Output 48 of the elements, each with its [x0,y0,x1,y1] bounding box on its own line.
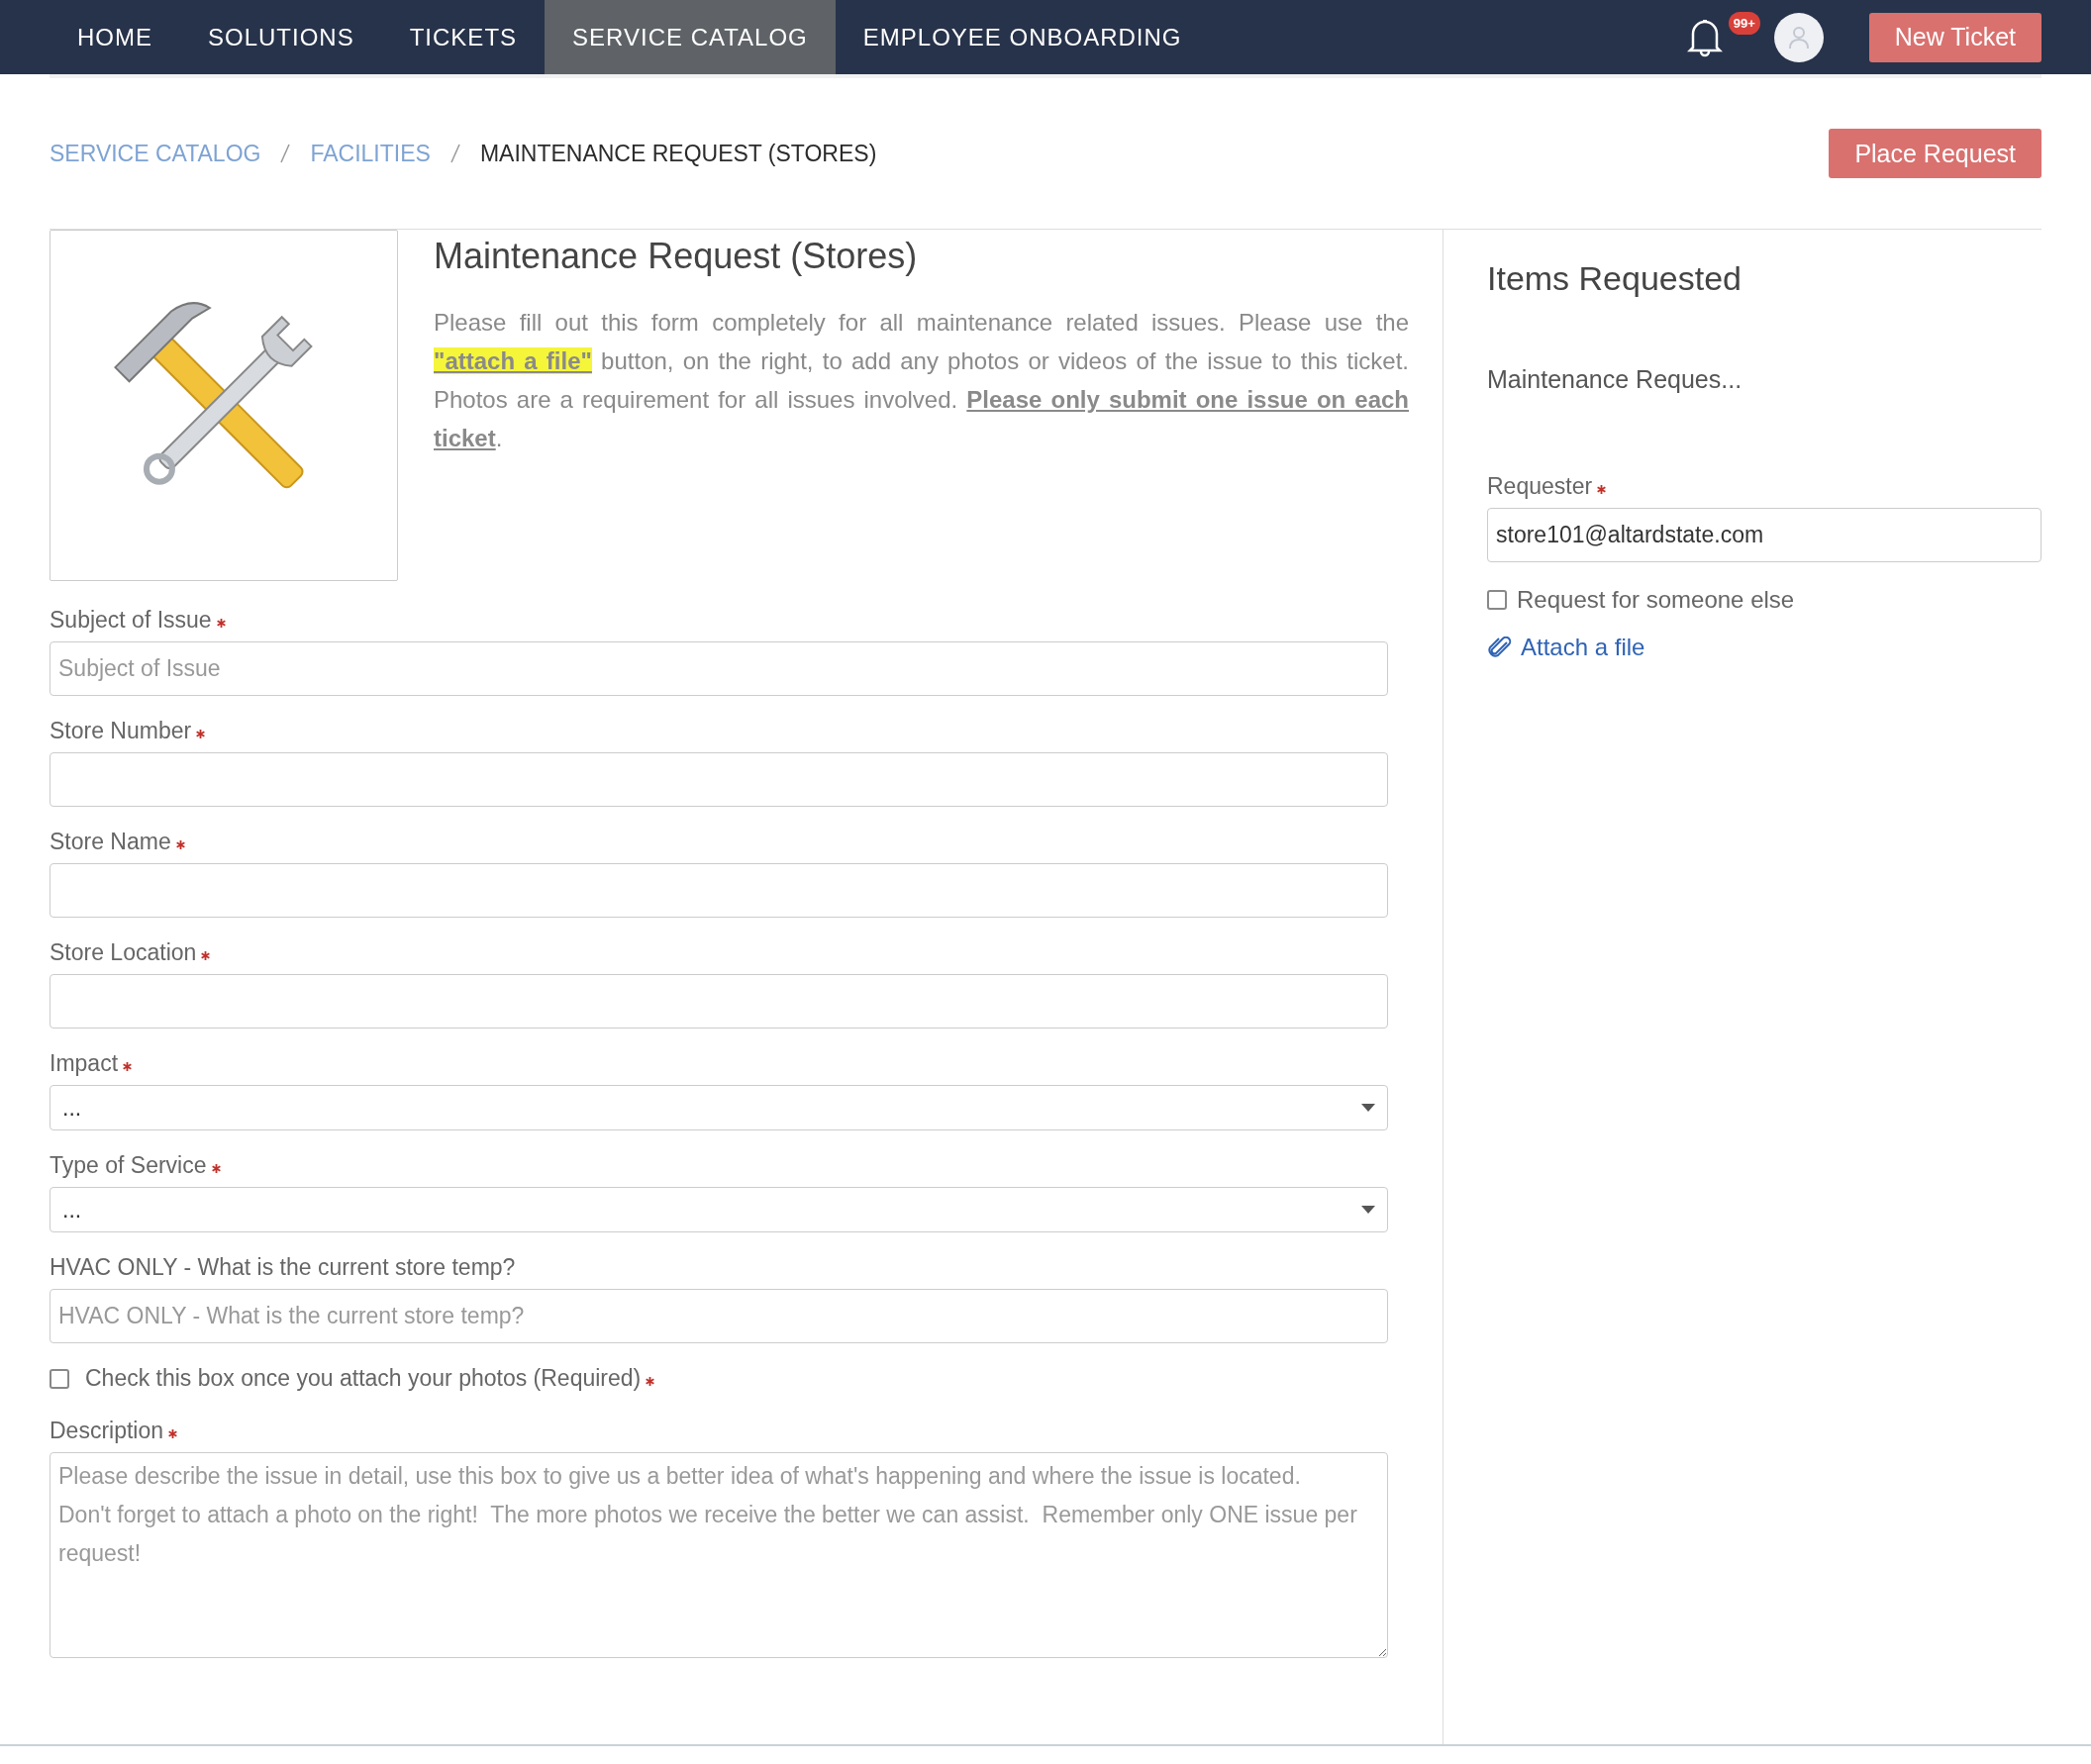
required-asterisk-icon [123,1062,133,1071]
breadcrumb-separator-icon [280,144,291,163]
required-asterisk-icon [201,951,211,960]
required-asterisk-icon [196,730,206,738]
caret-icon [1361,1206,1375,1214]
checkbox-label: Request for someone else [1517,586,1795,614]
attach-file-link[interactable]: Attach a file [1521,634,1645,661]
breadcrumb-current: MAINTENANCE REQUEST (STORES) [479,140,877,167]
text-input-field[interactable] [50,863,1388,918]
field-label: Impact [50,1050,119,1076]
nav-tab[interactable]: SERVICE CATALOG [545,0,836,74]
items-requested-heading: Items Requested [1487,259,1743,298]
field-label: Subject of Issue [50,607,212,633]
required-asterisk-icon [211,1164,221,1173]
required-asterisk-icon [216,619,226,628]
checkbox[interactable] [50,1368,69,1389]
nav-tab[interactable]: SOLUTIONS [180,0,382,74]
field-label: Store Number [50,718,192,743]
caret-icon [1361,1104,1375,1112]
description-textarea[interactable]: Please describe the issue in detail, use this box to give us a better idea of what's happening and where the issue is located. Don't forget to attach a photo on the right! The more photos we receive the better we can assist. Remember only ONE issue per request! [50,1452,1388,1658]
intro-paragraph: Please fill out this form completely for all maintenance related issues. Please use the "attach a file" button, on the right, to add any photos or videos of the issue to this ticket. Photos are a requirement for all issues involved. Please only submit one issue on each ticket. [434,308,1409,453]
field-label: Store Name [50,829,171,854]
dropdown-field[interactable]: ... [50,1187,1388,1232]
dropdown-field[interactable]: ... [50,1085,1388,1130]
field-label: Type of Service [50,1152,207,1178]
field-label: Store Location [50,939,197,965]
requested-item: Maintenance Reques... [1487,365,1743,394]
text-input-field[interactable]: HVAC ONLY - What is the current store temp? [50,1289,1388,1343]
text-input-field[interactable] [50,752,1388,807]
field-label: Requester [1487,473,1593,499]
breadcrumb-separator-icon [449,144,460,163]
nav-tab[interactable]: HOME [50,0,180,74]
required-asterisk-icon [168,1429,178,1438]
nav-tab[interactable]: TICKETS [381,0,546,74]
checkbox-label: Check this box once you attach your photos (Required) [85,1365,642,1391]
required-asterisk-icon [1597,485,1607,494]
checkbox[interactable] [1487,590,1507,610]
nav-tab[interactable]: EMPLOYEE ONBOARDING [835,0,1210,74]
item-title: Maintenance Request (Stores) [434,236,919,277]
text-input-field[interactable] [50,974,1388,1029]
required-asterisk-icon [175,840,185,849]
notification-count-badge: 99+ [1728,11,1760,35]
text-input-field[interactable]: Subject of Issue [50,641,1388,696]
paperclip-icon [1487,637,1513,658]
field-label: HVAC ONLY - What is the current store temp? [50,1254,516,1280]
field-label: Description [50,1418,164,1443]
required-asterisk-icon [646,1377,655,1386]
requester-input-field[interactable]: store101@altardstate.com [1487,508,2041,562]
